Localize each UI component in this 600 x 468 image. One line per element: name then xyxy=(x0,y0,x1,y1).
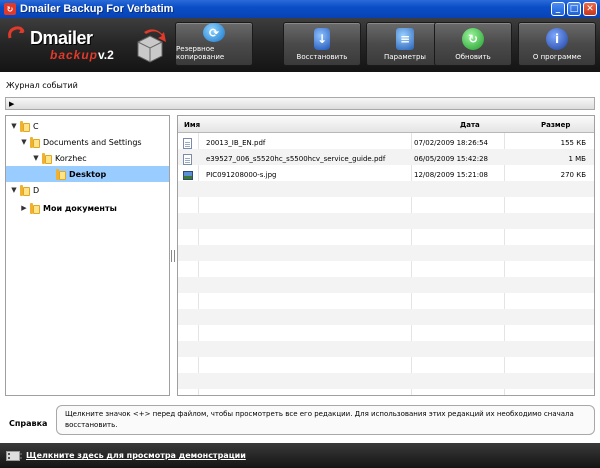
tree-item-c[interactable]: ▼ C xyxy=(6,118,169,134)
file-name: 20013_IB_EN.pdf xyxy=(206,139,266,147)
swirl-icon xyxy=(8,26,25,39)
info-icon: i xyxy=(546,28,568,50)
table-row xyxy=(178,213,594,229)
tree-item-label: Desktop xyxy=(69,169,107,179)
title-bar[interactable]: ↻ Dmailer Backup For Verbatim _ □ ✕ xyxy=(0,0,600,18)
file-date: 12/08/2009 15:21:08 xyxy=(414,171,489,179)
table-row xyxy=(178,277,594,293)
file-date: 06/05/2009 15:42:28 xyxy=(414,155,489,163)
settings-button-label: Параметры xyxy=(384,53,426,61)
file-size: 155 КБ xyxy=(560,139,586,147)
folder-icon xyxy=(56,168,67,180)
folder-icon xyxy=(30,202,41,214)
demo-link[interactable]: Щелкните здесь для просмотра демонстраци… xyxy=(26,451,246,460)
logo-sub: backup xyxy=(50,48,99,62)
window-title: Dmailer Backup For Verbatim xyxy=(20,3,174,15)
tree-item-documents-and-settings[interactable]: ▼ Documents and Settings xyxy=(6,134,169,150)
expand-arrow-icon[interactable]: ▼ xyxy=(10,122,18,130)
folder-icon xyxy=(30,136,41,148)
backup-icon: ⟳ xyxy=(203,23,225,42)
minimize-button[interactable]: _ xyxy=(551,2,565,16)
tree-item-label: Documents and Settings xyxy=(43,137,142,147)
file-size: 1 МБ xyxy=(568,155,586,163)
folder-icon xyxy=(20,184,31,196)
event-log-bar[interactable]: ▶ xyxy=(5,97,595,110)
file-table[interactable]: Имя Дата Размер 20013_IB_EN.pdf 07/02/20… xyxy=(177,115,595,396)
tree-item-label: C xyxy=(33,121,39,131)
expand-arrow-icon[interactable]: ▼ xyxy=(32,154,40,162)
document-icon xyxy=(183,137,192,149)
help-label: Справка xyxy=(9,419,48,428)
file-size: 270 КБ xyxy=(560,171,586,179)
folder-icon xyxy=(42,152,53,164)
update-icon: ↻ xyxy=(462,28,484,50)
table-row xyxy=(178,341,594,357)
about-button-label: О программе xyxy=(532,53,582,61)
footer-bar: Щелкните здесь для просмотра демонстраци… xyxy=(0,443,600,468)
column-header-name[interactable]: Имя xyxy=(184,116,404,133)
logo-version: v.2 xyxy=(98,48,114,62)
tree-item-desktop[interactable]: Desktop xyxy=(6,166,169,182)
expand-arrow-icon[interactable]: ▶ xyxy=(20,204,28,212)
event-log-label: Журнал событий xyxy=(6,81,78,90)
image-icon xyxy=(183,170,193,180)
update-button-label: Обновить xyxy=(455,53,491,61)
expand-arrow-icon[interactable]: ▼ xyxy=(20,138,28,146)
table-row xyxy=(178,245,594,261)
tree-item-label: D xyxy=(33,185,40,195)
box-icon xyxy=(137,29,166,63)
table-row xyxy=(178,373,594,389)
help-text-box: Щелкните значок <+> перед файлом, чтобы … xyxy=(56,405,595,435)
update-button[interactable]: ↻ Обновить xyxy=(434,22,512,66)
maximize-button[interactable]: □ xyxy=(567,2,581,16)
panel-splitter[interactable] xyxy=(171,250,175,262)
tree-item-d[interactable]: ▼ D xyxy=(6,182,169,198)
file-date: 07/02/2009 18:26:54 xyxy=(414,139,489,147)
restore-button-label: Восстановить xyxy=(296,53,348,61)
table-row xyxy=(178,309,594,325)
backup-button-label: Резервное копирование xyxy=(176,45,225,61)
dmailer-logo: Dmailer backup v.2 xyxy=(6,24,166,68)
window-controls: _ □ ✕ xyxy=(551,2,597,16)
tree-item-my-documents[interactable]: ▶ Мои документы xyxy=(6,200,169,216)
tree-item-korzhec[interactable]: ▼ Korzhec xyxy=(6,150,169,166)
column-header-size[interactable]: Размер xyxy=(541,116,591,133)
tree-item-label: Мои документы xyxy=(43,203,117,213)
settings-button[interactable]: ≡ Параметры xyxy=(366,22,444,66)
restore-button[interactable]: ↓ Восстановить xyxy=(283,22,361,66)
settings-icon: ≡ xyxy=(396,28,414,50)
expand-arrow-icon[interactable]: ▶ xyxy=(9,100,14,108)
table-row[interactable]: PIC091208000-s.jpg 12/08/2009 15:21:08 2… xyxy=(178,167,594,183)
table-row[interactable]: 20013_IB_EN.pdf 07/02/2009 18:26:54 155 … xyxy=(178,135,594,151)
expand-arrow-icon[interactable]: ▼ xyxy=(10,186,18,194)
table-row xyxy=(178,181,594,197)
document-icon xyxy=(183,153,192,165)
film-icon xyxy=(6,450,22,461)
app-icon: ↻ xyxy=(4,3,16,15)
about-button[interactable]: i О программе xyxy=(518,22,596,66)
logo-brand: Dmailer xyxy=(30,28,93,48)
file-name: PIC091208000-s.jpg xyxy=(206,171,277,179)
close-button[interactable]: ✕ xyxy=(583,2,597,16)
file-name: e39527_006_s5520hc_s5500hcv_service_guid… xyxy=(206,155,386,163)
table-row[interactable]: e39527_006_s5520hc_s5500hcv_service_guid… xyxy=(178,151,594,167)
backup-button[interactable]: ⟳ Резервное копирование xyxy=(175,22,253,66)
column-header-date[interactable]: Дата xyxy=(460,116,500,133)
table-header: Имя Дата Размер xyxy=(178,116,594,133)
app-header: Dmailer backup v.2 ⟳ Резервное копирован… xyxy=(0,18,600,72)
folder-tree[interactable]: ▼ C ▼ Documents and Settings ▼ Korzhec D… xyxy=(5,115,170,396)
restore-icon: ↓ xyxy=(314,28,330,50)
tree-item-label: Korzhec xyxy=(55,153,87,163)
folder-icon xyxy=(20,120,31,132)
